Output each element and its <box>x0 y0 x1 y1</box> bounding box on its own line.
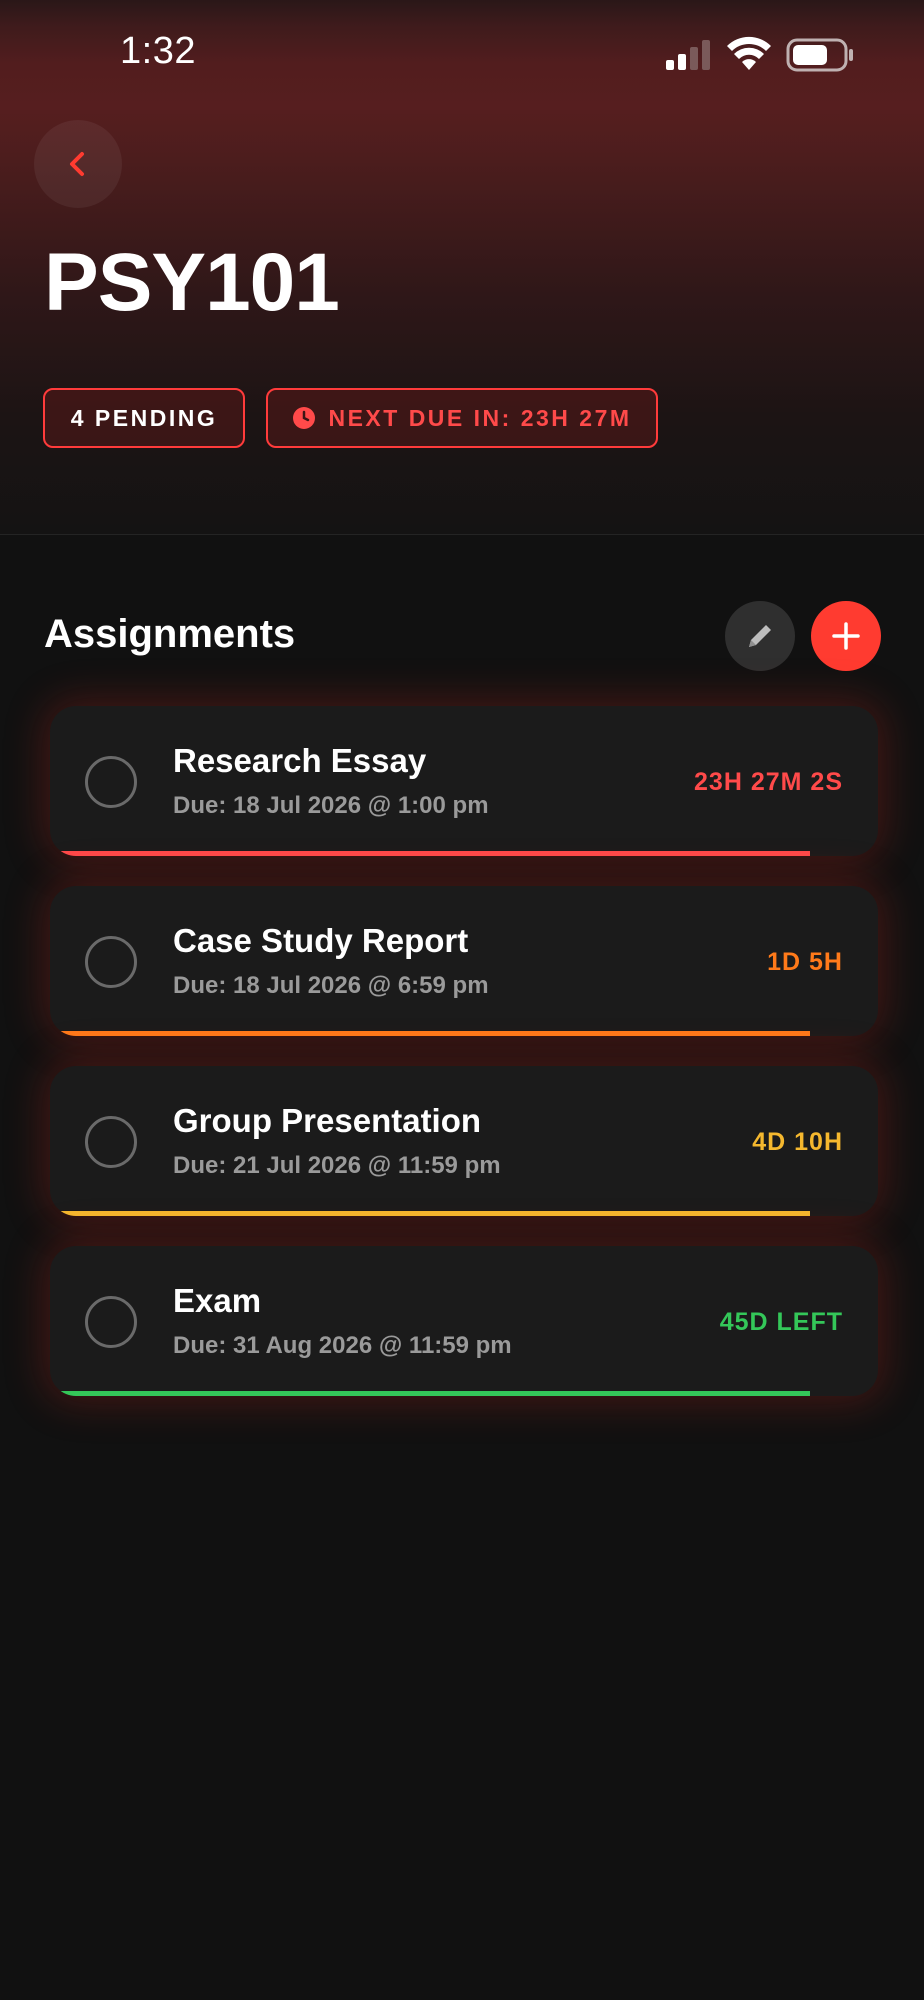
assignment-title: Case Study Report <box>173 922 469 959</box>
screen: 1:32 PSY101 4 PENDING NEXT DUE IN: 23H 2… <box>0 0 924 2000</box>
back-button[interactable] <box>34 120 122 208</box>
pending-badge-label: 4 PENDING <box>70 404 218 431</box>
clock-icon <box>293 407 316 429</box>
wifi-icon <box>727 36 771 70</box>
course-header: 1:32 PSY101 4 PENDING NEXT DUE IN: 23H 2… <box>0 0 924 535</box>
next-due-badge: NEXT DUE IN: 23H 27M <box>266 388 658 448</box>
assignment-due-date: Due: 18 Jul 2026 @ 1:00 pm <box>173 792 489 819</box>
pending-badge: 4 PENDING <box>43 388 245 448</box>
assignment-card[interactable]: Case Study Report Due: 18 Jul 2026 @ 6:5… <box>50 886 878 1036</box>
plus-icon <box>832 622 860 650</box>
urgency-bar <box>50 851 810 856</box>
pencil-icon <box>749 625 771 647</box>
battery-icon <box>786 38 853 72</box>
urgency-bar <box>50 1211 810 1216</box>
urgency-bar <box>50 1391 810 1396</box>
time-remaining: 45D LEFT <box>719 1308 843 1336</box>
assignment-due-date: Due: 18 Jul 2026 @ 6:59 pm <box>173 972 489 999</box>
assignment-due-date: Due: 21 Jul 2026 @ 11:59 pm <box>173 1152 501 1179</box>
assignment-title: Group Presentation <box>173 1102 482 1139</box>
time-remaining: 23H 27M 2S <box>694 768 843 796</box>
assignment-due-date: Due: 31 Aug 2026 @ 11:59 pm <box>173 1332 512 1359</box>
status-time: 1:32 <box>120 30 196 72</box>
next-due-badge-label: NEXT DUE IN: 23H 27M <box>328 404 632 431</box>
assignment-card[interactable]: Group Presentation Due: 21 Jul 2026 @ 11… <box>50 1066 878 1216</box>
complete-checkbox[interactable] <box>85 1116 137 1168</box>
edit-button[interactable] <box>725 601 795 671</box>
assignments-heading: Assignments <box>44 612 296 656</box>
signal-icon <box>666 40 710 70</box>
assignment-title: Research Essay <box>173 742 427 779</box>
urgency-bar <box>50 1031 810 1036</box>
assignment-card[interactable]: Exam Due: 31 Aug 2026 @ 11:59 pm 45D LEF… <box>50 1246 878 1396</box>
time-remaining: 4D 10H <box>752 1128 843 1156</box>
assignment-title: Exam <box>173 1282 262 1319</box>
page-title: PSY101 <box>44 237 340 328</box>
complete-checkbox[interactable] <box>85 1296 137 1348</box>
complete-checkbox[interactable] <box>85 936 137 988</box>
assignment-card[interactable]: Research Essay Due: 18 Jul 2026 @ 1:00 p… <box>50 706 878 856</box>
complete-checkbox[interactable] <box>85 756 137 808</box>
time-remaining: 1D 5H <box>767 948 843 976</box>
chevron-left-icon <box>70 152 84 176</box>
add-assignment-button[interactable] <box>811 601 881 671</box>
